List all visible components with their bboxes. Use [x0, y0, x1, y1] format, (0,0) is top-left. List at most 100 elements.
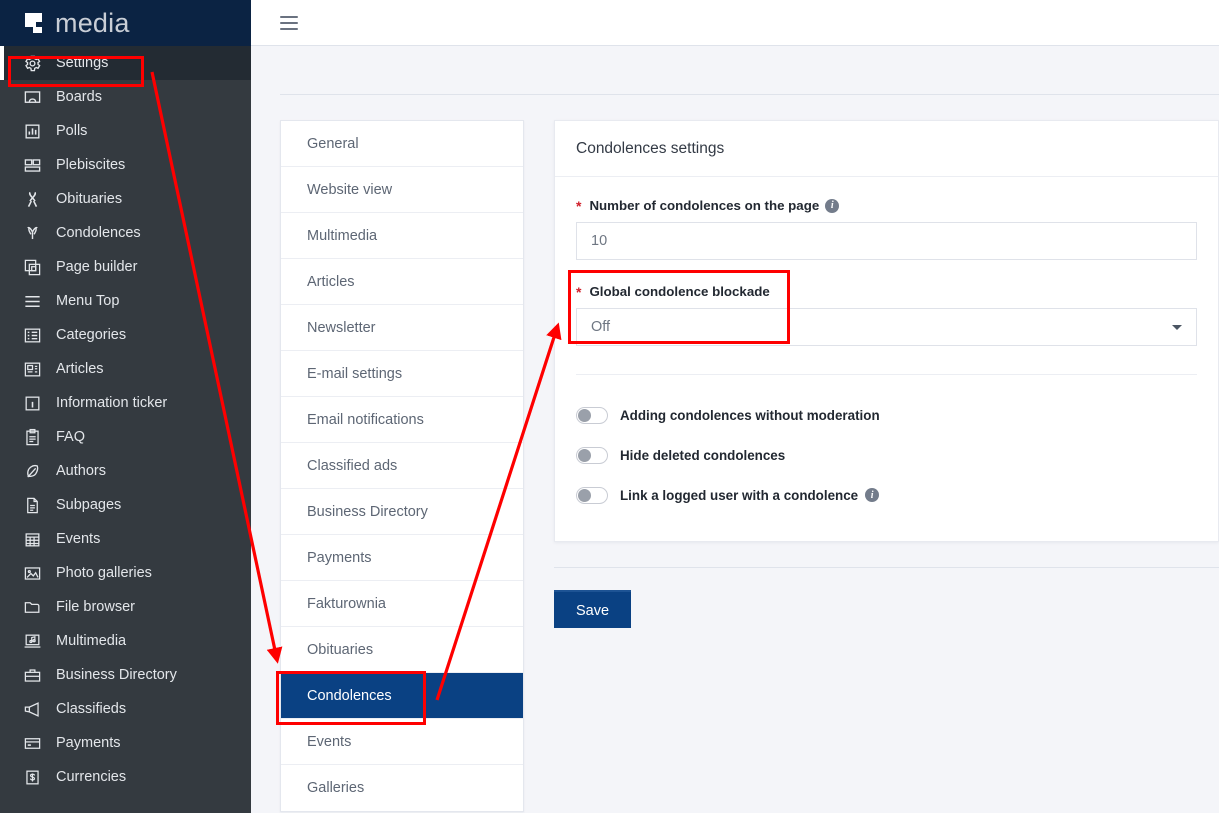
tab-email-settings[interactable]: E-mail settings	[281, 351, 523, 397]
sidebar-item-currencies[interactable]: Currencies	[0, 760, 251, 794]
tab-general[interactable]: General	[281, 121, 523, 167]
content-area: General Website view Multimedia Articles…	[251, 46, 1219, 813]
toggle-switch[interactable]	[576, 486, 608, 504]
sidebar-item-label: Subpages	[56, 497, 122, 513]
dollar-square-icon	[22, 767, 42, 787]
sidebar-item-label: Plebiscites	[56, 157, 126, 173]
panel-body: * Number of condolences on the page i 10	[555, 177, 1218, 541]
tab-label: General	[307, 135, 359, 152]
bar-chart-icon	[22, 121, 42, 141]
global-condolence-blockade-select[interactable]: Off	[576, 308, 1197, 346]
condolences-settings-panel: Condolences settings * Number of condole…	[554, 120, 1219, 542]
sidebar-item-label: Photo galleries	[56, 565, 152, 581]
toggle-label: Adding condolences without moderation	[620, 408, 880, 423]
toggle-hide-deleted-condolences[interactable]: Hide deleted condolences	[576, 435, 1197, 475]
toggle-knob	[578, 488, 591, 502]
sidebar-item-file-browser[interactable]: File browser	[0, 590, 251, 624]
sidebar-item-subpages[interactable]: Subpages	[0, 488, 251, 522]
tab-label: Articles	[307, 273, 355, 290]
label-text: Number of condolences on the page	[589, 198, 820, 213]
toggle-knob	[578, 448, 591, 462]
ribbon-pair-icon	[22, 223, 42, 243]
brand-logo[interactable]: media	[0, 0, 251, 46]
list-icon	[22, 325, 42, 345]
tab-email-notifications[interactable]: Email notifications	[281, 397, 523, 443]
board-icon	[22, 87, 42, 107]
tab-articles[interactable]: Articles	[281, 259, 523, 305]
app-root: media Settings Boards Polls Plebiscites	[0, 0, 1219, 813]
label-text: Global condolence blockade	[589, 284, 770, 299]
image-icon	[22, 563, 42, 583]
copy-layers-icon	[22, 257, 42, 277]
toggle-switch[interactable]	[576, 446, 608, 464]
field-number-of-condolences: * Number of condolences on the page i 10	[576, 198, 1197, 260]
sidebar-item-faq[interactable]: FAQ	[0, 420, 251, 454]
tab-label: Payments	[307, 549, 372, 566]
sidebar-item-photo-galleries[interactable]: Photo galleries	[0, 556, 251, 590]
number-of-condolences-input[interactable]: 10	[576, 222, 1197, 260]
sidebar-item-business-directory[interactable]: Business Directory	[0, 658, 251, 692]
sidebar-item-label: Payments	[56, 735, 121, 751]
sidebar-item-classifieds[interactable]: Classifieds	[0, 692, 251, 726]
tab-classified-ads[interactable]: Classified ads	[281, 443, 523, 489]
toggle-label: Link a logged user with a condolence i	[620, 488, 880, 503]
sidebar-item-label: Information ticker	[56, 395, 168, 411]
sidebar-item-label: Events	[56, 531, 101, 547]
tab-galleries[interactable]: Galleries	[281, 765, 523, 811]
sidebar-item-label: Polls	[56, 123, 88, 139]
tab-events[interactable]: Events	[281, 719, 523, 765]
sidebar-item-label: File browser	[56, 599, 135, 615]
tab-payments[interactable]: Payments	[281, 535, 523, 581]
info-icon[interactable]: i	[825, 198, 840, 213]
sidebar-item-payments[interactable]: Payments	[0, 726, 251, 760]
sidebar-item-label: Classifieds	[56, 701, 127, 717]
tab-multimedia[interactable]: Multimedia	[281, 213, 523, 259]
chevron-down-icon[interactable]	[1172, 324, 1182, 330]
sidebar-item-plebiscites[interactable]: Plebiscites	[0, 148, 251, 182]
panel-inner-divider	[576, 374, 1197, 375]
sidebar-item-authors[interactable]: Authors	[0, 454, 251, 488]
sidebar-item-multimedia[interactable]: Multimedia	[0, 624, 251, 658]
field-label: * Global condolence blockade	[576, 284, 1197, 299]
tab-business-directory[interactable]: Business Directory	[281, 489, 523, 535]
tab-website-view[interactable]: Website view	[281, 167, 523, 213]
sidebar-item-categories[interactable]: Categories	[0, 318, 251, 352]
info-icon[interactable]: i	[865, 488, 880, 502]
media-note-icon	[22, 631, 42, 651]
sidebar-item-events[interactable]: Events	[0, 522, 251, 556]
calendar-icon	[22, 529, 42, 549]
sidebar-item-label: Articles	[56, 361, 104, 377]
tab-label: Website view	[307, 181, 393, 198]
sidebar-item-condolences[interactable]: Condolences	[0, 216, 251, 250]
sidebar-item-label: Boards	[56, 89, 102, 105]
sidebar-item-label: Menu Top	[56, 293, 120, 309]
sidebar-item-obituaries[interactable]: Obituaries	[0, 182, 251, 216]
toggle-adding-without-moderation[interactable]: Adding condolences without moderation	[576, 395, 1197, 435]
sidebar-item-label: Currencies	[56, 769, 127, 785]
footer-divider	[554, 567, 1219, 568]
sidebar-item-menu-top[interactable]: Menu Top	[0, 284, 251, 318]
toggle-knob	[578, 408, 591, 422]
sidebar-item-boards[interactable]: Boards	[0, 80, 251, 114]
tab-fakturownia[interactable]: Fakturownia	[281, 581, 523, 627]
tab-label: Condolences	[307, 687, 392, 704]
sidebar-item-settings[interactable]: Settings	[0, 46, 251, 80]
tab-condolences[interactable]: Condolences	[281, 673, 523, 719]
layout-rows-icon	[22, 155, 42, 175]
sidebar-item-page-builder[interactable]: Page builder	[0, 250, 251, 284]
sidebar-item-information-ticker[interactable]: Information ticker	[0, 386, 251, 420]
four-media-logo-icon	[22, 10, 52, 36]
save-button[interactable]: Save	[554, 590, 632, 628]
sidebar-item-polls[interactable]: Polls	[0, 114, 251, 148]
ribbon-icon	[22, 189, 42, 209]
tab-newsletter[interactable]: Newsletter	[281, 305, 523, 351]
toggle-switch[interactable]	[576, 406, 608, 424]
hamburger-menu-icon[interactable]	[280, 15, 298, 30]
sidebar-item-label: Authors	[56, 463, 106, 479]
settings-tab-list: General Website view Multimedia Articles…	[280, 120, 524, 812]
tab-label: Classified ads	[307, 457, 398, 474]
tab-obituaries[interactable]: Obituaries	[281, 627, 523, 673]
sidebar-item-articles[interactable]: Articles	[0, 352, 251, 386]
toggle-link-logged-user[interactable]: Link a logged user with a condolence i	[576, 475, 1197, 515]
toggle-label-text: Hide deleted condolences	[620, 447, 786, 463]
